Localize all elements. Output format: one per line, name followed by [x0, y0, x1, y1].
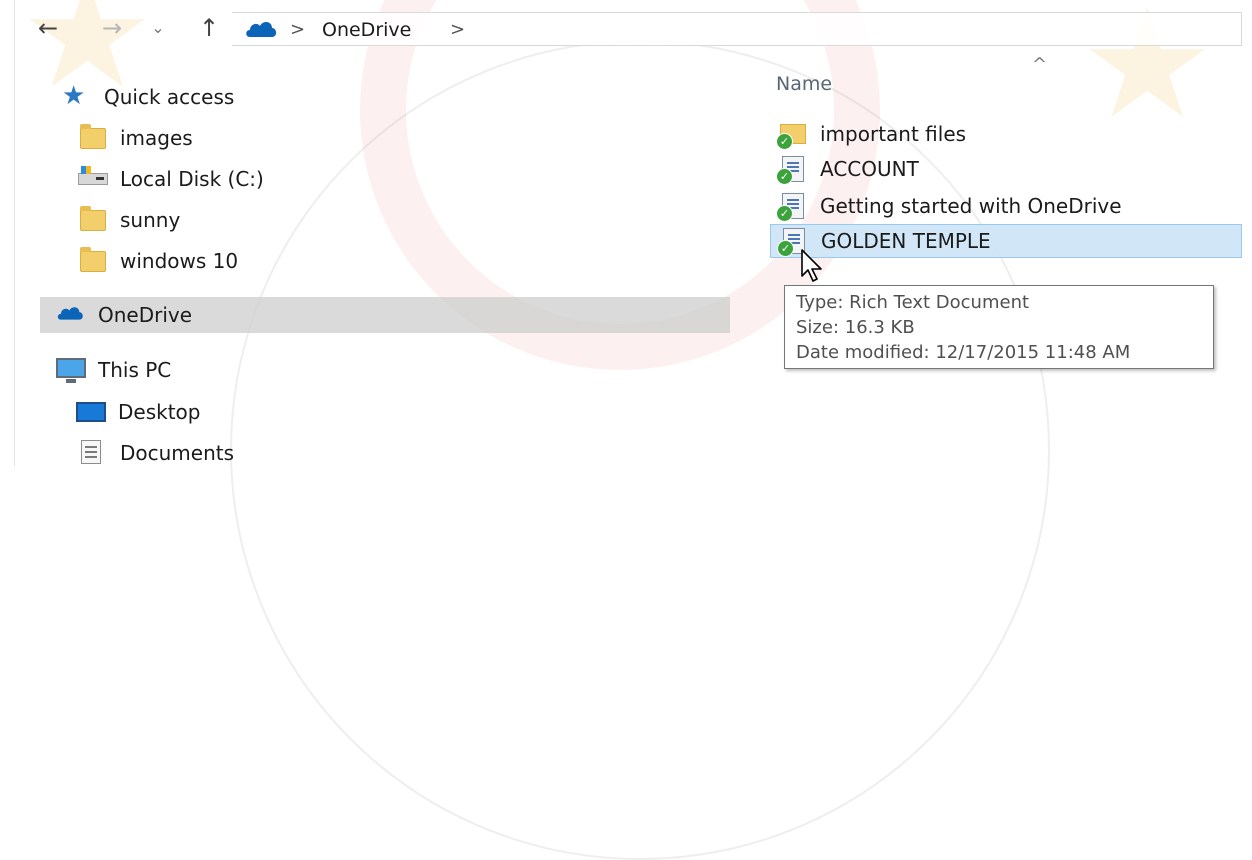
tooltip-type: Type: Rich Text Document: [796, 292, 1030, 313]
sidebar-item-onedrive[interactable]: OneDrive: [40, 297, 730, 333]
sidebar-item-label: windows 10: [120, 249, 239, 273]
sidebar-item-sunny[interactable]: sunny: [78, 202, 180, 238]
sidebar-item-label: images: [120, 126, 193, 150]
folder-icon: [80, 206, 106, 231]
sidebar-item-label: OneDrive: [98, 303, 193, 327]
drive-icon: [78, 166, 108, 185]
desktop-icon: [76, 402, 106, 422]
sidebar-item-images[interactable]: images: [78, 120, 193, 156]
file-info-tooltip: Type: Rich Text Document Size: 16.3 KB D…: [784, 285, 1214, 369]
folder-icon: [80, 247, 106, 272]
sidebar-item-this-pc[interactable]: This PC: [56, 352, 171, 388]
file-row-important-files[interactable]: ✓ important files: [770, 117, 1242, 151]
sidebar-item-desktop[interactable]: Desktop: [76, 394, 200, 430]
sidebar-item-label: sunny: [120, 208, 181, 232]
file-name: Getting started with OneDrive: [820, 194, 1122, 218]
address-bar[interactable]: > OneDrive >: [232, 12, 1242, 46]
sidebar-item-label: Quick access: [104, 85, 235, 109]
breadcrumb-separator[interactable]: >: [450, 19, 465, 40]
column-header-name[interactable]: Name: [776, 73, 832, 95]
sort-ascending-icon: ^: [1032, 54, 1048, 75]
sidebar-item-label: Desktop: [118, 400, 201, 424]
tooltip-date-modified: Date modified: 12/17/2015 11:48 AM: [796, 342, 1131, 363]
sidebar-item-label: Local Disk (C:): [120, 167, 264, 191]
file-row-account[interactable]: ✓ ACCOUNT: [770, 152, 1242, 186]
sidebar-item-label: Documents: [120, 441, 235, 465]
onedrive-cloud-icon: [57, 307, 83, 320]
sidebar-item-label: This PC: [98, 358, 172, 382]
sidebar-item-windows-10[interactable]: windows 10: [78, 243, 238, 279]
sync-check-icon: ✓: [776, 205, 793, 222]
onedrive-cloud-icon: [246, 22, 277, 37]
forward-arrow-icon[interactable]: →: [92, 10, 132, 46]
mouse-pointer-icon: [801, 249, 822, 282]
computer-icon: [56, 358, 86, 383]
sync-check-icon: ✓: [777, 240, 794, 257]
breadcrumb-separator[interactable]: >: [290, 19, 305, 40]
back-arrow-icon[interactable]: ←: [28, 10, 68, 46]
chevron-down-icon[interactable]: ⌄: [146, 10, 170, 46]
file-name: ACCOUNT: [820, 157, 919, 181]
file-row-getting-started[interactable]: ✓ Getting started with OneDrive: [770, 189, 1242, 223]
file-name: important files: [820, 122, 967, 146]
file-row-golden-temple[interactable]: ✓ GOLDEN TEMPLE: [770, 224, 1242, 258]
sync-check-icon: ✓: [776, 168, 793, 185]
up-arrow-icon[interactable]: ↑: [192, 10, 226, 46]
sidebar-item-quick-access[interactable]: ★ Quick access: [62, 79, 234, 115]
breadcrumb-onedrive[interactable]: OneDrive: [322, 19, 411, 41]
documents-icon: [81, 440, 101, 464]
star-pin-icon: ★: [62, 81, 86, 111]
tooltip-size: Size: 16.3 KB: [796, 317, 915, 338]
folder-icon: [80, 124, 106, 149]
sidebar-item-local-disk[interactable]: Local Disk (C:): [78, 161, 264, 197]
file-name: GOLDEN TEMPLE: [821, 229, 991, 253]
pane-divider: [14, 0, 15, 466]
sync-check-icon: ✓: [776, 133, 793, 150]
navigation-bar: ← → ⌄ ↑ > OneDrive >: [0, 0, 1252, 58]
